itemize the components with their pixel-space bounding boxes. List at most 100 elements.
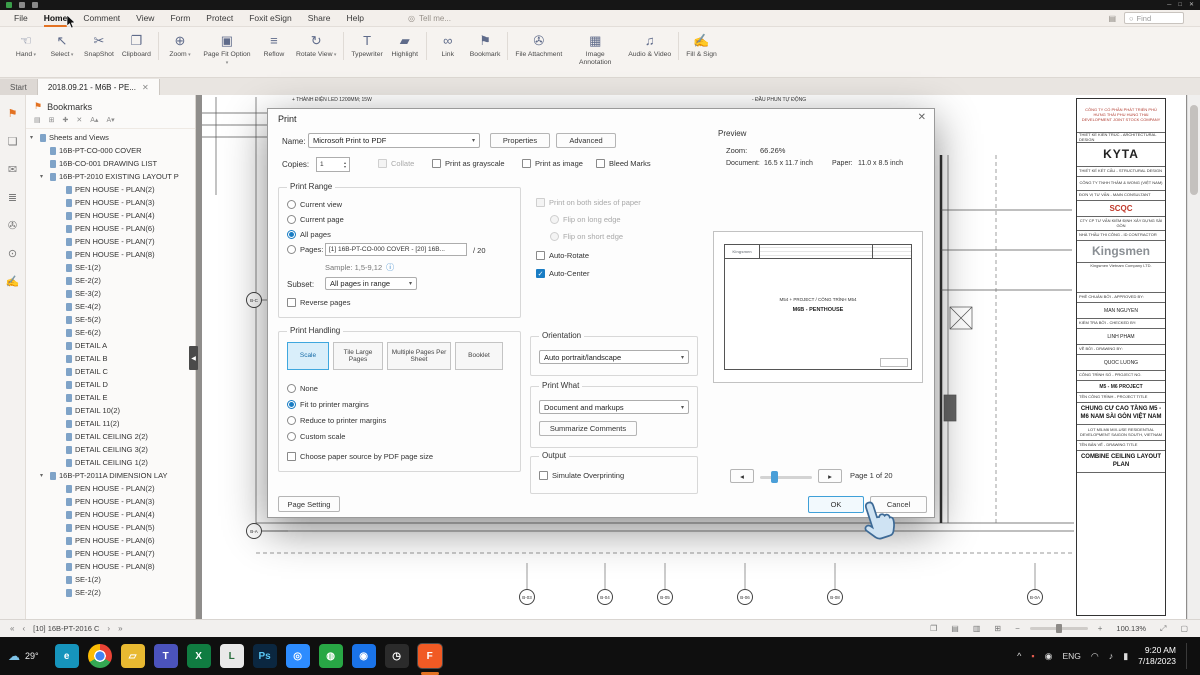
taskbar-app-icon[interactable]: Ps bbox=[253, 644, 277, 668]
bookmark-item[interactable]: ▾ SE-1(2) bbox=[26, 261, 195, 274]
grayscale-checkbox[interactable] bbox=[432, 159, 441, 168]
bookmark-item[interactable]: ▾ PEN HOUSE - PLAN(8) bbox=[26, 248, 195, 261]
menu-item[interactable]: Share bbox=[300, 11, 339, 25]
bookmarks-toolbar-icon[interactable]: ▤ bbox=[34, 116, 41, 124]
bookmark-item[interactable]: ▾ PEN HOUSE - PLAN(7) bbox=[26, 547, 195, 560]
bookmark-item[interactable]: ▾ PEN HOUSE - PLAN(6) bbox=[26, 222, 195, 235]
menu-item[interactable]: File bbox=[6, 11, 36, 25]
taskbar-app-icon[interactable]: X bbox=[187, 644, 211, 668]
next-page-icon[interactable]: › bbox=[107, 624, 110, 633]
bookmarks-toolbar-icon[interactable]: ✚ bbox=[63, 116, 69, 124]
bookmark-item[interactable]: ▾ PEN HOUSE - PLAN(3) bbox=[26, 495, 195, 508]
tray-icon[interactable]: ENG bbox=[1062, 651, 1080, 661]
auto-rotate-checkbox[interactable] bbox=[536, 251, 545, 260]
bookmark-item[interactable]: ▾ PEN HOUSE - PLAN(8) bbox=[26, 560, 195, 573]
show-desktop-button[interactable] bbox=[1186, 643, 1192, 669]
bookmark-item[interactable]: ▾ PEN HOUSE - PLAN(6) bbox=[26, 534, 195, 547]
ribbon-tool-button[interactable]: ↖ Select bbox=[44, 32, 80, 60]
all-pages-radio[interactable] bbox=[287, 230, 296, 239]
panel-icon[interactable]: ❏ bbox=[8, 135, 18, 148]
save-icon[interactable] bbox=[19, 2, 25, 8]
bookmark-item[interactable]: ▾ 16B-PT-2011A DIMENSION LAY bbox=[26, 469, 195, 482]
bookmarks-toolbar-icon[interactable]: A▾ bbox=[106, 116, 114, 124]
menu-item[interactable]: Protect bbox=[198, 11, 241, 25]
page-layout-icon[interactable]: ▤ bbox=[951, 624, 959, 633]
taskbar-app-icon[interactable]: T bbox=[154, 644, 178, 668]
bookmark-item[interactable]: ▾ PEN HOUSE - PLAN(2) bbox=[26, 482, 195, 495]
zoom-in-icon[interactable]: + bbox=[1098, 624, 1103, 633]
stepper-arrows-icon[interactable]: ▴▾ bbox=[344, 161, 346, 169]
scale-mode-button[interactable]: Scale bbox=[287, 342, 329, 370]
bookmark-item[interactable]: ▾ SE-2(2) bbox=[26, 274, 195, 287]
menu-item[interactable]: Comment bbox=[75, 11, 128, 25]
bookmark-item[interactable]: ▾ SE-5(2) bbox=[26, 313, 195, 326]
ribbon-tool-button[interactable]: ▰ Highlight bbox=[387, 32, 423, 60]
fit-view-icon[interactable]: ⤢ bbox=[1160, 624, 1166, 634]
menu-item[interactable]: Help bbox=[338, 11, 371, 25]
fit-to-margins-radio[interactable] bbox=[287, 400, 296, 409]
tray-icon[interactable]: ◉ bbox=[1045, 651, 1053, 662]
ribbon-tool-button[interactable]: ☜ Hand bbox=[8, 32, 44, 60]
taskbar-app-icon[interactable]: ▱ bbox=[121, 644, 145, 668]
expand-caret-icon[interactable]: ▾ bbox=[30, 134, 37, 141]
ribbon-tool-button[interactable]: ♫ Audio & Video bbox=[624, 32, 675, 60]
taskbar-clock[interactable]: 9:20 AM 7/18/2023 bbox=[1138, 645, 1176, 667]
zoom-slider-thumb[interactable] bbox=[1056, 624, 1062, 633]
view-mode-icon[interactable]: ▤ bbox=[1108, 14, 1116, 23]
pages-input[interactable]: [1] 16B-PT-CO-000 COVER - [20] 16B... bbox=[325, 243, 467, 256]
ribbon-tool-button[interactable]: ✇ File Attachment bbox=[507, 32, 566, 60]
bookmark-item[interactable]: ▾ 16B-PT-CO-000 COVER bbox=[26, 144, 195, 157]
flip-long-radio[interactable] bbox=[550, 215, 559, 224]
reverse-pages-checkbox[interactable] bbox=[287, 298, 296, 307]
bookmarks-toolbar-icon[interactable]: A▴ bbox=[90, 116, 98, 124]
summarize-comments-button[interactable]: Summarize Comments bbox=[539, 421, 637, 436]
prev-page-icon[interactable]: ‹ bbox=[22, 624, 25, 633]
bookmark-item[interactable]: ▾ SE-3(2) bbox=[26, 287, 195, 300]
ribbon-tool-button[interactable]: ▦ Image Annotation bbox=[566, 32, 624, 68]
printer-select[interactable]: Microsoft Print to PDF▾ bbox=[308, 133, 480, 148]
reduce-to-margins-radio[interactable] bbox=[287, 416, 296, 425]
ribbon-tool-button[interactable]: ▣ Page Fit Option bbox=[198, 32, 256, 68]
panel-collapse-button[interactable]: ◀ bbox=[189, 346, 198, 370]
taskbar-app-icon[interactable]: L bbox=[220, 644, 244, 668]
page-layout-icon[interactable]: ▥ bbox=[973, 624, 981, 633]
bookmark-item[interactable]: ▾ DETAIL CEILING 3(2) bbox=[26, 443, 195, 456]
bookmarks-toolbar-icon[interactable]: ✕ bbox=[76, 116, 82, 124]
bookmark-item[interactable]: ▾ DETAIL B bbox=[26, 352, 195, 365]
both-sides-checkbox[interactable] bbox=[536, 198, 545, 207]
ribbon-tool-button[interactable]: ❐ Clipboard bbox=[118, 32, 155, 60]
print-as-image-checkbox[interactable] bbox=[522, 159, 531, 168]
zoom-out-icon[interactable]: − bbox=[1015, 624, 1020, 633]
page-setting-button[interactable]: Page Setting bbox=[278, 496, 340, 512]
panel-icon[interactable]: ⊙ bbox=[8, 247, 17, 260]
bookmark-item[interactable]: ▾ PEN HOUSE - PLAN(4) bbox=[26, 508, 195, 521]
panel-icon[interactable]: ✉ bbox=[8, 163, 17, 176]
tile-mode-button[interactable]: Tile Large Pages bbox=[333, 342, 383, 370]
document-tab[interactable]: Start bbox=[0, 79, 38, 95]
scrollbar-thumb[interactable] bbox=[1190, 105, 1198, 195]
subset-select[interactable]: All pages in range▾ bbox=[325, 277, 417, 290]
expand-caret-icon[interactable]: ▾ bbox=[40, 472, 47, 479]
menu-item[interactable]: Form bbox=[162, 11, 198, 25]
menu-item[interactable]: Foxit eSign bbox=[241, 11, 300, 25]
page-layout-icon[interactable]: ⊞ bbox=[994, 624, 1001, 633]
copies-stepper[interactable]: 1 ▴▾ bbox=[316, 157, 350, 172]
bookmark-item[interactable]: ▾ SE-4(2) bbox=[26, 300, 195, 313]
taskbar-app-icon[interactable]: ◉ bbox=[352, 644, 376, 668]
bookmark-item[interactable]: ▾ DETAIL 10(2) bbox=[26, 404, 195, 417]
last-page-icon[interactable]: » bbox=[118, 624, 122, 633]
ribbon-tool-button[interactable]: ✂ SnapShot bbox=[80, 32, 118, 60]
first-page-icon[interactable]: « bbox=[10, 624, 14, 633]
taskbar-app-icon[interactable]: e bbox=[55, 644, 79, 668]
ribbon-tool-button[interactable]: ≡ Reflow bbox=[256, 32, 292, 60]
preview-prev-button[interactable]: ◂ bbox=[730, 469, 754, 483]
bookmark-item[interactable]: ▾ PEN HOUSE - PLAN(5) bbox=[26, 521, 195, 534]
bookmark-item[interactable]: ▾ PEN HOUSE - PLAN(7) bbox=[26, 235, 195, 248]
ribbon-tool-button[interactable]: ↻ Rotate View bbox=[292, 32, 340, 60]
preview-page-slider[interactable] bbox=[760, 476, 812, 479]
taskbar-app-icon[interactable]: ◷ bbox=[385, 644, 409, 668]
info-icon[interactable]: ⓘ bbox=[386, 262, 394, 273]
taskbar-app-icon[interactable]: ◍ bbox=[319, 644, 343, 668]
auto-center-checkbox[interactable] bbox=[536, 269, 545, 278]
close-icon[interactable]: ✕ bbox=[1189, 2, 1194, 8]
